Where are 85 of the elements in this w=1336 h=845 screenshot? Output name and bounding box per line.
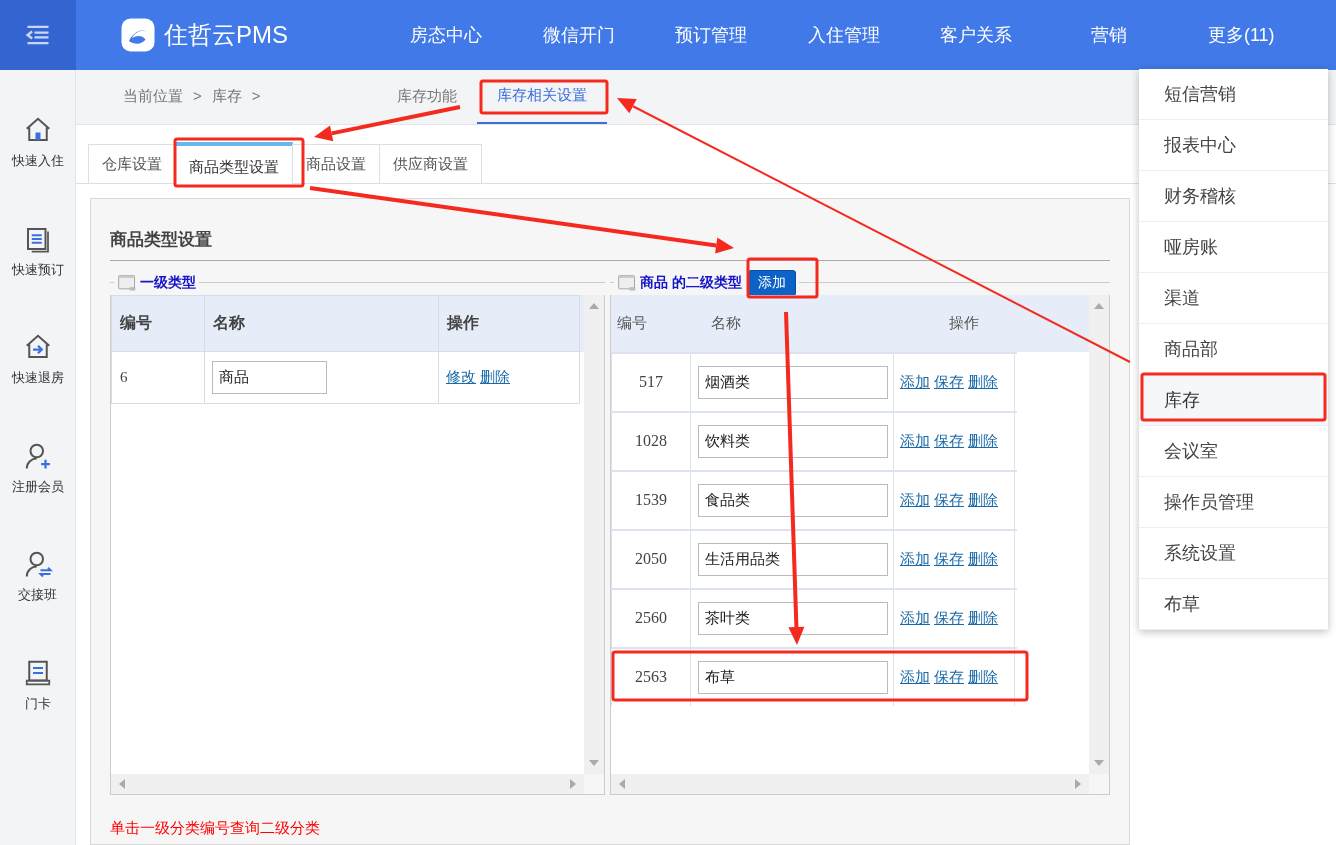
breadcrumb-item[interactable]: 库存: [211, 85, 242, 108]
menu-item[interactable]: 操作员管理: [1139, 477, 1328, 528]
table-cell: 1539: [611, 471, 691, 529]
legend-title: 商品 的二级类型: [640, 273, 742, 292]
nav-link[interactable]: 营销: [1042, 21, 1175, 49]
table-cell: 2050: [611, 530, 691, 588]
action-link[interactable]: 删除: [968, 665, 998, 689]
action-link[interactable]: 删除: [968, 429, 998, 453]
action-link[interactable]: 保存: [934, 370, 964, 394]
nav-link[interactable]: 预订管理: [645, 21, 778, 49]
nav-link[interactable]: 更多(11): [1175, 21, 1308, 49]
name-field[interactable]: 饮料类: [698, 424, 888, 458]
table-cell: 2560: [611, 589, 691, 647]
window-icon: [117, 272, 137, 293]
menu-item[interactable]: 会议室: [1139, 426, 1328, 477]
tab[interactable]: 供应商设置: [379, 144, 482, 183]
action-link[interactable]: 添加: [900, 488, 930, 512]
action-link[interactable]: 删除: [968, 547, 998, 571]
nav-link[interactable]: 房态中心: [380, 21, 513, 49]
table-cell[interactable]: 6: [111, 351, 205, 404]
name-field[interactable]: 烟酒类: [698, 365, 888, 399]
brand-name: 住哲云PMS: [164, 20, 288, 50]
sidebar-item[interactable]: 快速退房: [11, 368, 64, 388]
name-field[interactable]: 食品类: [698, 483, 888, 517]
tab[interactable]: 商品类型设置: [175, 142, 293, 184]
sidebar-item[interactable]: 快速预订: [11, 259, 64, 279]
sidebar-item[interactable]: 门卡: [24, 693, 51, 713]
menu-item[interactable]: 报表中心: [1139, 120, 1328, 171]
name-field[interactable]: 生活用品类: [698, 542, 888, 576]
column-header: 名称: [710, 312, 742, 333]
action-link[interactable]: 删除: [968, 488, 998, 512]
table-cell: 2563: [611, 648, 691, 706]
table-cell: 1028: [611, 412, 691, 470]
hint-text: 单击一级分类编号查询二级分类: [110, 817, 321, 838]
nav-link[interactable]: 入住管理: [777, 21, 910, 49]
action-link[interactable]: 保存: [934, 606, 964, 630]
action-link[interactable]: 添加: [900, 429, 930, 453]
action-link[interactable]: 保存: [934, 547, 964, 571]
vertical-scrollbar[interactable]: [1089, 294, 1109, 774]
name-field[interactable]: 布草: [698, 660, 888, 694]
sidebar-item[interactable]: 注册会员: [11, 476, 64, 496]
menu-item[interactable]: 哑房账: [1139, 222, 1328, 273]
column-header: 编号: [111, 294, 205, 352]
logo-icon: [120, 17, 156, 53]
sidebar-item[interactable]: 快速入住: [11, 151, 64, 171]
vertical-scrollbar[interactable]: [584, 294, 604, 774]
horizontal-scrollbar[interactable]: [611, 773, 1089, 794]
breadcrumb-separator: >: [193, 86, 202, 107]
name-field[interactable]: 茶叶类: [698, 601, 888, 635]
breadcrumb-item: 当前位置: [123, 86, 183, 107]
action-link[interactable]: 添加: [900, 665, 930, 689]
tab[interactable]: 仓库设置: [88, 144, 176, 183]
action-link[interactable]: 保存: [934, 488, 964, 512]
window-icon: [617, 272, 637, 293]
action-link[interactable]: 保存: [934, 665, 964, 689]
horizontal-scrollbar[interactable]: [111, 773, 584, 794]
add-button[interactable]: 添加: [747, 269, 796, 296]
action-link[interactable]: 修改: [446, 365, 476, 389]
menu-item[interactable]: 财务稽核: [1139, 171, 1328, 222]
table-cell: 517: [611, 353, 691, 411]
menu-button[interactable]: [0, 0, 76, 70]
action-link[interactable]: 删除: [968, 370, 998, 394]
legend-title: 一级类型: [140, 273, 196, 292]
column-header: 操作: [948, 312, 980, 333]
sub-tab[interactable]: 库存相关设置: [477, 69, 607, 124]
sidebar-item[interactable]: 交接班: [18, 585, 57, 605]
action-link[interactable]: 保存: [934, 429, 964, 453]
action-link[interactable]: 添加: [900, 606, 930, 630]
action-link[interactable]: 添加: [900, 547, 930, 571]
action-link[interactable]: 删除: [968, 606, 998, 630]
menu-item[interactable]: 布草: [1139, 579, 1328, 630]
action-link[interactable]: 删除: [480, 365, 510, 389]
menu-item[interactable]: 系统设置: [1139, 528, 1328, 579]
nav-link[interactable]: 微信开门: [512, 21, 645, 49]
sub-tab[interactable]: 库存功能: [377, 69, 477, 124]
column-header: 编号: [616, 312, 648, 333]
menu-item[interactable]: 商品部: [1139, 324, 1328, 375]
nav-link[interactable]: 客户关系: [910, 21, 1043, 49]
column-header: 操作: [438, 294, 580, 352]
breadcrumb-separator: >: [251, 86, 261, 107]
column-header: 名称: [204, 294, 439, 352]
menu-item[interactable]: 短信营销: [1139, 69, 1328, 120]
action-link[interactable]: 添加: [900, 370, 930, 394]
menu-item[interactable]: 渠道: [1139, 273, 1328, 324]
name-field[interactable]: 商品: [212, 360, 327, 394]
